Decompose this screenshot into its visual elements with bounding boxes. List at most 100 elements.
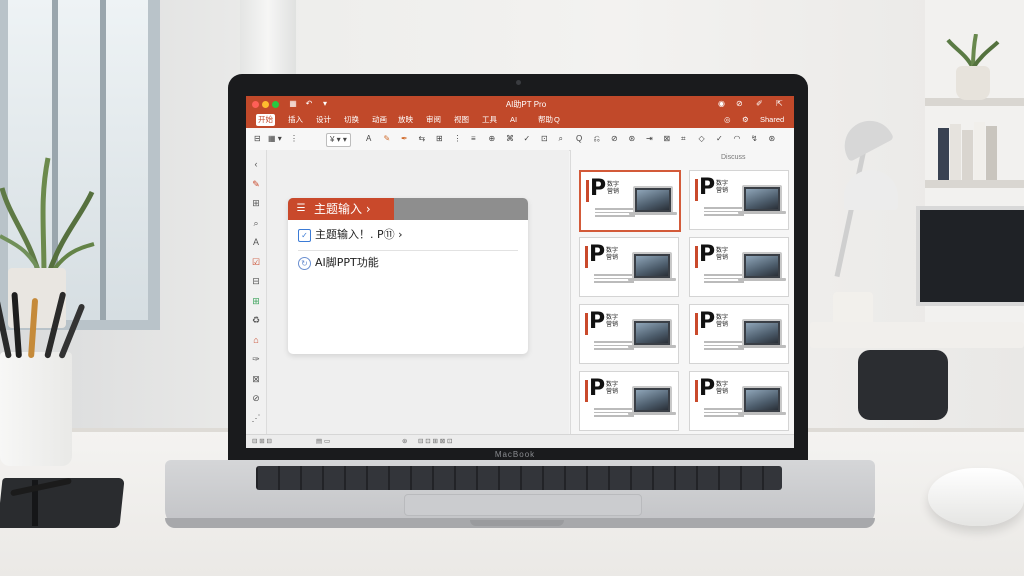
ribbon-tab[interactable]: 放映 (396, 114, 415, 126)
rail-tool-icon[interactable]: ⌕ (251, 217, 261, 229)
ribbon-tab[interactable]: 动画 (370, 114, 389, 126)
menu-right-icon[interactable]: ⚙ (740, 114, 751, 126)
slide-thumbnail[interactable]: P 数字 营销 (689, 304, 789, 364)
app-title: AI助PT Pro (505, 100, 547, 109)
trackpad[interactable] (404, 494, 642, 516)
toolbar-tool-icon[interactable]: ⊠ (664, 133, 671, 145)
toolbar-tool-icon[interactable]: ⌕ (559, 133, 563, 145)
toolbar-tool-icon[interactable]: ≡ (471, 133, 476, 145)
toolbar-tool-icon[interactable]: ⇥ (646, 133, 653, 145)
maximize-button[interactable] (272, 101, 279, 108)
toolbar-tool-icon[interactable]: ◇ (699, 133, 705, 145)
toolbar-tool-icon[interactable]: ⎌ (594, 133, 600, 145)
toolbar-tool-icon[interactable]: ⊛ (629, 133, 636, 145)
title-bar: ▦ ↶ ▾ AI助PT Pro ◉ ⊘ ✐ ⇱ (246, 96, 794, 112)
ribbon-tab[interactable]: 工具 (480, 114, 499, 126)
rail-tool-icon[interactable]: ⋰ (251, 412, 261, 424)
toolbar-tool-icon[interactable]: ⇆ (419, 133, 426, 145)
rail-tool-icon[interactable]: ⌂ (251, 334, 261, 346)
panel-divider (298, 250, 518, 251)
menu-right-icon[interactable]: ◎ (722, 114, 733, 126)
avatar-icon[interactable]: ◉ (718, 99, 725, 109)
rail-tool-icon[interactable]: ⊟ (251, 275, 261, 287)
slide-thumbnail[interactable]: P 数字 营销 (689, 371, 789, 431)
toolbar-tool-icon[interactable]: ⊛ (769, 133, 776, 145)
undo-icon[interactable]: ↶ (304, 99, 314, 109)
divider: ⋮ (290, 134, 298, 143)
status-left: ⊟ ⊞ ⊟ (252, 438, 272, 445)
slide-logo-letter: P (590, 176, 607, 201)
rail-tool-icon[interactable]: ♻ (251, 314, 261, 326)
toolbar-tool-icon[interactable]: Q (576, 133, 582, 145)
ai-feature-row[interactable]: ↻ AI脚PPT功能 (298, 256, 379, 270)
office-chair (858, 350, 948, 420)
background-monitor (916, 206, 1024, 306)
panel-header-title[interactable]: 主题输入 › (314, 202, 371, 216)
slide-thumbnail[interactable]: P 数字 营销 (579, 237, 679, 297)
slide-thumbnail[interactable]: P 数字 营销 (689, 170, 789, 230)
toolbar-tool-icon[interactable]: ⊡ (541, 133, 548, 145)
rail-tool-icon[interactable]: ⊞ (251, 197, 261, 209)
books (938, 122, 1000, 180)
slide-logo-letter: P (699, 175, 716, 200)
rail-tool-icon[interactable]: ☑ (251, 256, 261, 268)
toolbar-tool-icon[interactable]: ◠ (734, 133, 741, 145)
slide-logo-letter: P (699, 376, 716, 401)
toolbar-tool-icon[interactable]: ⊞ (436, 133, 443, 145)
laptop-brand: MacBook (494, 450, 536, 459)
toolbar-tool-icon[interactable]: ✒ (401, 133, 408, 145)
ribbon-tab[interactable]: 审阅 (424, 114, 443, 126)
status-zoom-controls[interactable]: ⊟ ⊡ ⊞ ⊠ ⊡ (418, 438, 452, 446)
keyboard[interactable] (256, 466, 782, 490)
font-size-select[interactable]: ¥ ▾ ▾ (326, 133, 351, 147)
rail-tool-icon[interactable]: ✑ (251, 353, 261, 365)
status-view-icons[interactable]: ▤ ▭ (316, 438, 330, 446)
ribbon-tab[interactable]: 插入 (286, 114, 305, 126)
slide-thumbnail[interactable]: P 数字 营销 (579, 170, 681, 232)
ribbon-tab[interactable]: 视图 (452, 114, 471, 126)
toolbar-tool-icon[interactable]: A (366, 133, 371, 145)
pen-icon[interactable]: ✐ (756, 99, 763, 109)
toolbar-tool-icon[interactable]: ✓ (524, 133, 531, 145)
shelf-plant (946, 34, 1000, 70)
close-button[interactable] (252, 101, 259, 108)
toolbar-tool-icon[interactable]: ⊘ (611, 133, 618, 145)
slide-thumbnail[interactable]: P 数字 营销 (579, 304, 679, 364)
camera-icon (516, 80, 521, 85)
redo-icon[interactable]: ▾ (320, 99, 330, 109)
toolbar-tool-icon[interactable]: ✓ (716, 133, 723, 145)
minimize-button[interactable] (262, 101, 269, 108)
shared-button[interactable]: Shared (758, 114, 786, 126)
rail-tool-icon[interactable]: ⊠ (251, 373, 261, 385)
slide-thumbnail[interactable]: P 数字 营销 (689, 237, 789, 297)
grid-icon[interactable]: ▦ (288, 99, 298, 109)
format-painter-icon[interactable]: ⊟ (254, 133, 261, 145)
slide-title-lines: 数字 营销 (716, 381, 742, 395)
rail-tool-icon[interactable]: ‹ (251, 158, 261, 170)
ribbon-tab[interactable]: Q (552, 114, 562, 126)
ribbon-tab[interactable]: 切换 (342, 114, 361, 126)
slide-title-line: 数字 (716, 247, 729, 254)
toolbar-tool-icon[interactable]: ⌗ (681, 133, 686, 145)
rail-tool-icon[interactable]: ⊘ (251, 392, 261, 404)
topic-input-row[interactable]: ✓ 主题输入！. P⑪ › (298, 228, 403, 242)
slide-thumbnail[interactable]: P 数字 营销 (579, 371, 679, 431)
toolbar-tool-icon[interactable]: ⊕ (489, 133, 496, 145)
rail-tool-icon[interactable]: A (251, 236, 261, 248)
slide-title-line: 营销 (606, 321, 619, 328)
status-spell-icon[interactable]: ⊛ (402, 438, 407, 446)
layout-dropdown[interactable]: ▦ ▾ (268, 133, 282, 145)
checkbox-icon[interactable]: ✓ (298, 228, 311, 242)
rail-tool-icon[interactable]: ✎ (251, 178, 261, 190)
toolbar-tool-icon[interactable]: ↯ (751, 133, 758, 145)
toolbar-tool-icon[interactable]: ⋮ (454, 133, 462, 145)
help-icon[interactable]: ⊘ (736, 99, 743, 109)
ribbon-tab[interactable]: 开始 (256, 114, 275, 126)
ribbon-tab[interactable]: 设计 (314, 114, 333, 126)
toolbar-tool-icon[interactable]: ⌘ (506, 133, 514, 145)
ribbon-tab[interactable]: AI (508, 114, 519, 126)
toolbar-tool-icon[interactable]: ✎ (384, 133, 391, 145)
share-icon[interactable]: ⇱ (776, 99, 783, 109)
slide-laptop-image (738, 252, 786, 281)
rail-tool-icon[interactable]: ⊞ (251, 295, 261, 307)
